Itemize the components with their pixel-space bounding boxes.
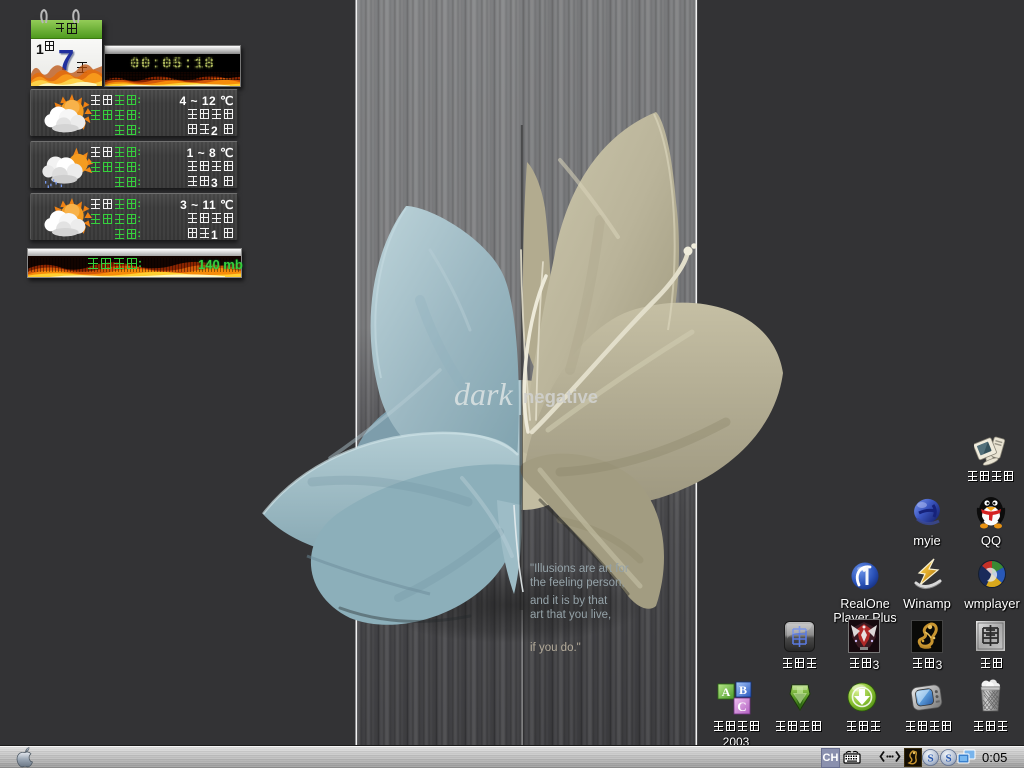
svg-text:B: B [739, 683, 747, 697]
svg-text:dark: dark [454, 376, 513, 412]
svg-text:S: S [945, 753, 951, 765]
svg-text:C: C [737, 699, 746, 714]
svg-text:A: A [722, 685, 731, 699]
svg-text:negative: negative [523, 386, 598, 407]
svg-text:S: S [927, 753, 933, 765]
